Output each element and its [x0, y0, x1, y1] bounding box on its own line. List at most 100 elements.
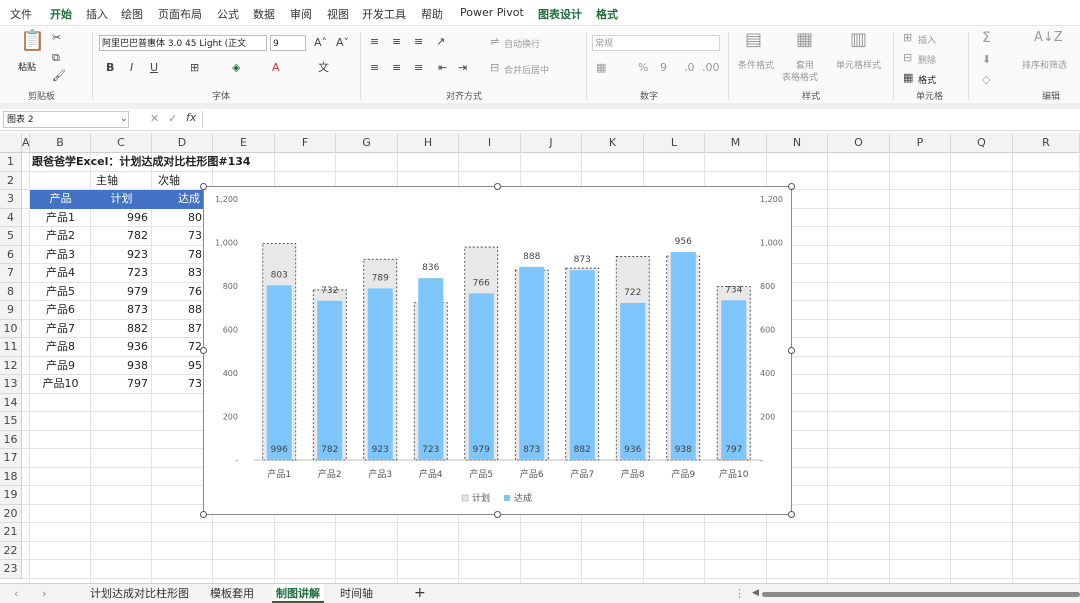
table-format-label-2[interactable]: 表格格式	[782, 70, 818, 83]
menu-developer[interactable]: 开发工具	[362, 6, 406, 22]
column-header[interactable]: L	[644, 133, 705, 153]
row-header[interactable]: 14	[0, 393, 22, 412]
row-header[interactable]: 4	[0, 208, 22, 227]
table-cell-plan[interactable]: 938	[91, 357, 148, 376]
column-header[interactable]: O	[828, 133, 890, 153]
resize-handle-br[interactable]	[788, 511, 795, 518]
formula-input[interactable]	[202, 111, 1077, 128]
more-icon[interactable]: ⋮	[734, 584, 745, 603]
table-cell-product[interactable]: 产品1	[30, 209, 91, 228]
tab-sheet-2[interactable]: 模板套用	[210, 584, 254, 603]
conditional-format-label[interactable]: 条件格式	[738, 58, 774, 71]
table-cell-product[interactable]: 产品3	[30, 246, 91, 265]
row-header[interactable]: 22	[0, 541, 22, 560]
resize-handle-r[interactable]	[788, 347, 795, 354]
column-header[interactable]: J	[521, 133, 582, 153]
increase-decimal-icon[interactable]: .0	[684, 62, 695, 74]
table-cell-product[interactable]: 产品10	[30, 375, 91, 394]
autosum-icon[interactable]: Σ	[982, 31, 991, 45]
row-header[interactable]: 23	[0, 560, 22, 579]
cell-style-label[interactable]: 单元格样式	[836, 58, 881, 71]
row-header[interactable]: 21	[0, 523, 22, 542]
decrease-indent-icon[interactable]: ⇤	[438, 62, 447, 74]
row-header[interactable]: 9	[0, 301, 22, 320]
merge-label[interactable]: 合并后居中	[504, 63, 549, 76]
column-header[interactable]: I	[459, 133, 521, 153]
align-middle-icon[interactable]: ≡	[392, 36, 401, 48]
table-cell-achieved[interactable]: 88	[152, 301, 202, 320]
table-cell-product[interactable]: 产品9	[30, 357, 91, 376]
table-cell-plan[interactable]: 979	[91, 283, 148, 302]
increase-indent-icon[interactable]: ⇥	[458, 62, 467, 74]
sort-filter-label[interactable]: 排序和筛选	[1022, 58, 1067, 71]
menu-help[interactable]: 帮助	[421, 6, 443, 22]
align-left-icon[interactable]: ≡	[370, 62, 379, 74]
increase-font-icon[interactable]: A˄	[314, 37, 327, 49]
table-cell-plan[interactable]: 923	[91, 246, 148, 265]
italic-icon[interactable]: I	[130, 62, 133, 74]
table-cell-achieved[interactable]: 83	[152, 264, 202, 283]
font-color-icon[interactable]: A	[272, 62, 280, 74]
table-cell-product[interactable]: 产品8	[30, 338, 91, 357]
tab-sheet-3[interactable]: 制图讲解	[272, 584, 324, 603]
table-cell-achieved[interactable]: 87	[152, 320, 202, 339]
chevron-down-icon[interactable]: ⌄	[120, 113, 128, 125]
font-size-select[interactable]: 9	[270, 35, 306, 51]
select-all-corner[interactable]	[0, 133, 22, 153]
format-painter-icon[interactable]: 🖌	[52, 70, 66, 82]
bold-icon[interactable]: B	[106, 62, 114, 74]
copy-icon[interactable]: ⧉	[52, 52, 60, 64]
name-box[interactable]: 图表 2	[3, 111, 129, 128]
table-cell-product[interactable]: 产品6	[30, 301, 91, 320]
menu-chart-design[interactable]: 图表设计	[538, 6, 582, 22]
delete-cells-label[interactable]: 删除	[918, 53, 936, 66]
clear-icon[interactable]: ◇	[982, 74, 990, 86]
insert-function-icon[interactable]: fx	[186, 111, 196, 124]
menu-review[interactable]: 审阅	[290, 6, 312, 22]
border-icon[interactable]: ⊞	[190, 62, 199, 74]
row-header[interactable]: 12	[0, 356, 22, 375]
resize-handle-b[interactable]	[494, 511, 501, 518]
table-cell-product[interactable]: 产品5	[30, 283, 91, 302]
orientation-icon[interactable]: ↗	[436, 36, 445, 48]
table-cell-product[interactable]: 产品4	[30, 264, 91, 283]
menu-insert[interactable]: 插入	[86, 6, 108, 22]
wrap-text-icon[interactable]: ⇌	[490, 36, 499, 48]
accounting-icon[interactable]: ▦	[596, 62, 606, 74]
fill-color-icon[interactable]: ◈	[232, 62, 240, 74]
hscroll-left-icon[interactable]: ◀	[752, 584, 759, 603]
tab-sheet-4[interactable]: 时间轴	[340, 584, 373, 603]
wrap-text-label[interactable]: 自动换行	[504, 37, 540, 50]
menu-file[interactable]: 文件	[10, 6, 32, 22]
row-header[interactable]: 6	[0, 245, 22, 264]
conditional-format-icon[interactable]: ▤	[745, 31, 762, 49]
row-header[interactable]: 20	[0, 504, 22, 523]
insert-cells-icon[interactable]: ⊞	[903, 32, 912, 44]
insert-cells-label[interactable]: 插入	[918, 33, 936, 46]
menu-data[interactable]: 数据	[253, 6, 275, 22]
table-cell-plan[interactable]: 782	[91, 227, 148, 246]
table-cell-plan[interactable]: 873	[91, 301, 148, 320]
tab-sheet-1[interactable]: 计划达成对比柱形图	[90, 584, 189, 603]
menu-formulas[interactable]: 公式	[217, 6, 239, 22]
row-header[interactable]: 1	[0, 153, 22, 172]
phonetic-icon[interactable]: 文	[318, 62, 329, 74]
row-header[interactable]: 15	[0, 412, 22, 431]
row-header[interactable]: 13	[0, 375, 22, 394]
menu-draw[interactable]: 绘图	[121, 6, 143, 22]
row-header[interactable]: 2	[0, 171, 22, 190]
chart-object[interactable]: -200 400 600 800 1,000 1,200-200 400 600 800 1,00…	[203, 186, 792, 515]
horizontal-scrollbar[interactable]	[762, 592, 1080, 597]
table-cell-achieved[interactable]: 72	[152, 338, 202, 357]
menu-format[interactable]: 格式	[596, 6, 618, 22]
font-name-select[interactable]: 阿里巴巴普惠体 3.0 45 Light (正文	[99, 35, 267, 51]
table-cell-achieved[interactable]: 80	[152, 209, 202, 228]
cell-style-icon[interactable]: ▥	[850, 31, 867, 49]
paste-label[interactable]: 粘贴	[18, 60, 36, 73]
row-header[interactable]: 16	[0, 430, 22, 449]
format-cells-label[interactable]: 格式	[918, 73, 936, 86]
table-cell-plan[interactable]: 723	[91, 264, 148, 283]
menu-home[interactable]: 开始	[50, 6, 72, 28]
column-header[interactable]: A	[22, 133, 30, 153]
row-header[interactable]: 8	[0, 282, 22, 301]
